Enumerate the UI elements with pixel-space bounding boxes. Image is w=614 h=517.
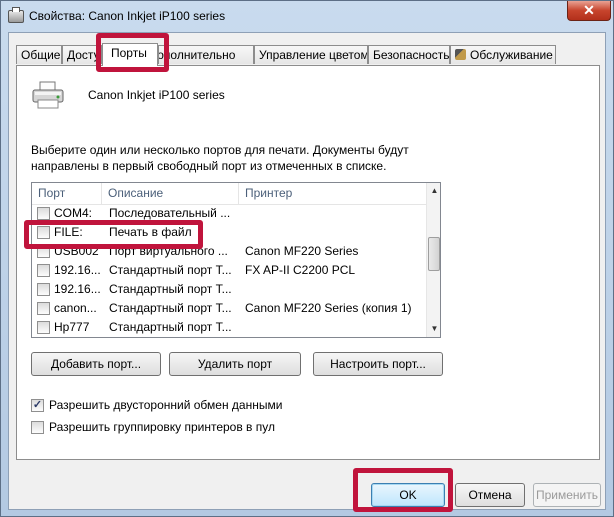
properties-window: Свойства: Canon Inkjet iP100 series ✕ Об… <box>0 0 614 517</box>
tab-advanced-label: Дополнительно <box>158 48 236 62</box>
port-printer: Canon MF220 Series <box>245 244 359 258</box>
port-row[interactable]: FILE: Печать в файл <box>32 223 426 242</box>
maintenance-icon <box>455 49 466 60</box>
port-row[interactable]: Hp777 Стандартный порт T... <box>32 318 426 337</box>
tab-maintenance-label: Обслуживание <box>470 48 553 62</box>
scroll-thumb[interactable] <box>428 237 440 271</box>
port-printer <box>245 204 425 223</box>
port-name: 192.16... <box>54 282 101 296</box>
port-description: Стандартный порт T... <box>109 320 232 334</box>
pooling-label: Разрешить группировку принтеров в пул <box>49 420 276 434</box>
scroll-down-arrow-icon[interactable]: ▼ <box>427 321 440 337</box>
close-button[interactable]: ✕ <box>567 1 611 21</box>
instructions-text: Выберите один или несколько портов для п… <box>31 143 409 173</box>
ports-list-header: Порт Описание Принтер <box>32 183 426 205</box>
tab-maintenance[interactable]: Обслуживание <box>450 45 556 64</box>
ports-tab-panel: Canon Inkjet iP100 series Выберите один … <box>16 65 600 460</box>
port-description: Стандартный порт T... <box>109 301 232 315</box>
tab-security[interactable]: Безопасность <box>368 45 450 64</box>
port-row[interactable]: USB002 Порт виртуального ... Canon MF220… <box>32 242 426 261</box>
tab-strip: Общие Доступ Порты Дополнительно Управле… <box>16 43 602 66</box>
port-printer <box>245 223 425 242</box>
tab-general[interactable]: Общие <box>16 45 62 64</box>
column-header-port[interactable]: Порт <box>32 183 102 204</box>
port-name: canon... <box>54 301 97 315</box>
pooling-checkbox[interactable] <box>31 421 44 434</box>
bidirectional-checkbox[interactable]: ✓ <box>31 399 44 412</box>
tab-sharing[interactable]: Доступ <box>62 45 102 64</box>
port-checkbox[interactable] <box>37 226 50 239</box>
title-bar[interactable]: Свойства: Canon Inkjet iP100 series ✕ <box>1 1 613 31</box>
port-printer: Canon MF220 Series (копия 1) <box>245 301 412 315</box>
port-checkbox[interactable] <box>37 321 50 334</box>
delete-port-button[interactable]: Удалить порт <box>169 352 301 376</box>
scroll-up-arrow-icon[interactable]: ▲ <box>427 183 440 199</box>
port-row[interactable]: 192.16... Стандартный порт T... FX AP-II… <box>32 261 426 280</box>
ports-list-scrollbar[interactable]: ▲ ▼ <box>426 183 440 337</box>
port-name: 192.16... <box>54 263 101 277</box>
port-checkbox[interactable] <box>37 207 50 220</box>
tab-color-management[interactable]: Управление цветом <box>254 45 368 64</box>
printer-app-icon <box>8 7 24 23</box>
add-port-button[interactable]: Добавить порт... <box>31 352 161 376</box>
port-description: Стандартный порт T... <box>109 282 232 296</box>
port-checkbox[interactable] <box>37 264 50 277</box>
port-row[interactable]: canon... Стандартный порт T... Canon MF2… <box>32 299 426 318</box>
configure-port-button[interactable]: Настроить порт... <box>313 352 443 376</box>
window-title: Свойства: Canon Inkjet iP100 series <box>29 9 226 23</box>
port-printer: FX AP-II C2200 PCL <box>245 263 356 277</box>
port-description: Порт виртуального ... <box>109 244 228 258</box>
port-row[interactable]: 192.16... Стандартный порт T... <box>32 280 426 299</box>
apply-button[interactable]: Применить <box>533 483 601 507</box>
printer-name: Canon Inkjet iP100 series <box>88 88 225 102</box>
port-name: Hp777 <box>54 320 90 334</box>
port-name: COM4: <box>54 206 93 220</box>
port-description: Стандартный порт T... <box>109 263 232 277</box>
port-description: Печать в файл <box>109 225 192 239</box>
ports-list[interactable]: Порт Описание Принтер COM4: Последовател… <box>31 182 441 338</box>
port-name: FILE: <box>54 225 83 239</box>
dialog-client-area: Общие Доступ Порты Дополнительно Управле… <box>8 32 606 510</box>
ok-button[interactable]: OK <box>371 483 445 507</box>
port-name: USB002 <box>54 244 99 258</box>
cancel-button[interactable]: Отмена <box>455 483 525 507</box>
tab-ports[interactable]: Порты <box>102 43 158 66</box>
port-row[interactable]: COM4: Последовательный ... <box>32 204 426 223</box>
port-checkbox[interactable] <box>37 283 50 296</box>
port-checkbox[interactable] <box>37 245 50 258</box>
port-printer <box>245 280 425 299</box>
column-header-description[interactable]: Описание <box>102 183 239 204</box>
port-description: Последовательный ... <box>109 206 231 220</box>
ports-rows: COM4: Последовательный ... FILE: Печать … <box>32 204 426 337</box>
bidirectional-label: Разрешить двусторонний обмен данными <box>49 398 283 412</box>
printer-icon <box>32 81 64 109</box>
column-header-printer[interactable]: Принтер <box>239 183 426 204</box>
port-printer <box>245 318 425 337</box>
port-checkbox[interactable] <box>37 302 50 315</box>
tab-advanced[interactable]: Дополнительно <box>158 45 254 64</box>
